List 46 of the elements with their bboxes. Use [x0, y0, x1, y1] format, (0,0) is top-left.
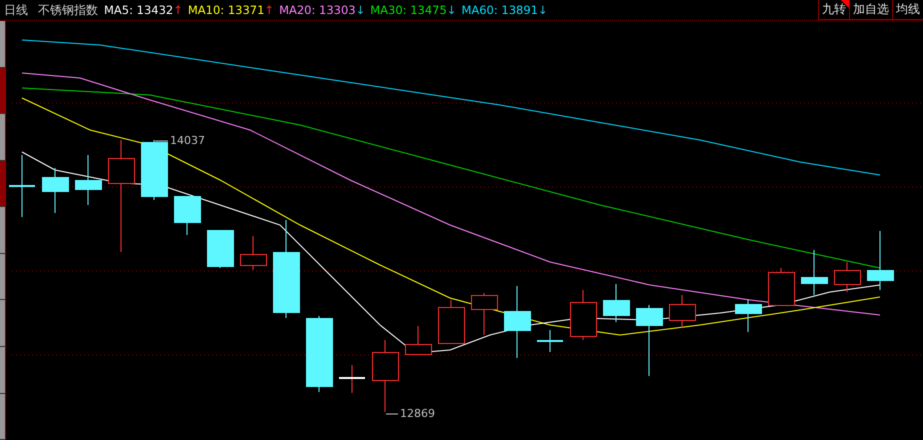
- candlestick: [669, 294, 696, 328]
- candlestick: [471, 292, 498, 336]
- high-price-label: 14037: [170, 134, 205, 147]
- toolbar-button[interactable]: 均线: [892, 0, 923, 20]
- candlestick: [867, 230, 894, 290]
- candlestick: [339, 364, 365, 394]
- candlestick: [240, 236, 267, 270]
- trend-arrow: ↓: [538, 3, 548, 17]
- side-tab[interactable]: [0, 21, 5, 68]
- moving-average-value: MA60: 13891: [461, 3, 538, 17]
- toolbar-button[interactable]: 九转: [818, 0, 849, 20]
- candlestick: [636, 304, 663, 376]
- candlestick: [405, 326, 432, 355]
- moving-average-value: MA10: 13371: [188, 3, 264, 17]
- candlestick: [9, 154, 35, 218]
- candlestick: [834, 262, 861, 292]
- candlestick: [75, 154, 102, 206]
- side-tab[interactable]: [0, 207, 5, 254]
- period-label: 日线: [4, 2, 28, 18]
- candlestick: [207, 230, 234, 268]
- side-tab[interactable]: [0, 300, 5, 347]
- leader-line: [154, 140, 168, 142]
- side-tab[interactable]: [0, 254, 5, 300]
- side-tab[interactable]: [0, 346, 5, 394]
- trend-arrow: ↑: [264, 3, 274, 17]
- moving-average-value: MA30: 13475: [370, 3, 447, 17]
- candlestick: [438, 300, 465, 344]
- candlestick: [174, 196, 201, 236]
- candlestick: [42, 168, 69, 214]
- low-price-label: 12869: [400, 407, 435, 420]
- moving-average-value: MA5: 13432: [104, 3, 174, 17]
- toolbar-button[interactable]: 加自选: [849, 0, 892, 20]
- side-tab[interactable]: [0, 394, 5, 440]
- moving-average-value: MA20: 13303: [279, 3, 356, 17]
- candlestick: [603, 284, 630, 322]
- trend-arrow: ↑: [173, 3, 183, 17]
- candlestick: [141, 140, 168, 200]
- candlestick: [735, 300, 762, 332]
- candlestick: [570, 290, 597, 340]
- candlestick: [768, 268, 795, 306]
- index-name: 不锈钢指数: [38, 2, 98, 18]
- candlestick: [801, 250, 828, 296]
- side-tab[interactable]: [0, 114, 5, 161]
- trend-arrow: ↓: [356, 3, 366, 17]
- candlestick: [537, 330, 563, 352]
- trend-arrow: ↓: [446, 3, 456, 17]
